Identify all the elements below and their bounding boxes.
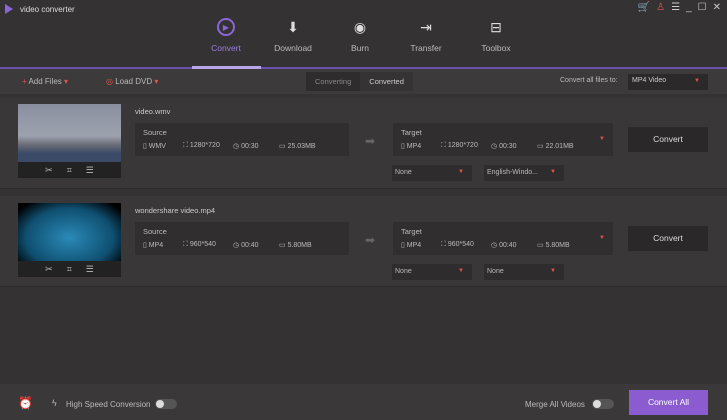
target-label: Target (401, 227, 422, 236)
chevron-down-icon[interactable]: ▾ (154, 77, 158, 86)
app-logo-icon (5, 4, 13, 14)
tab-label: Download (274, 43, 312, 53)
maximize-icon[interactable]: ☐ (698, 2, 707, 13)
close-icon[interactable]: ✕ (713, 2, 721, 13)
thumbnail-image (18, 203, 121, 261)
target-resolution: 1280*720 (447, 142, 478, 149)
chevron-down-icon: ▼ (458, 169, 464, 175)
tab-converted[interactable]: Converted (360, 72, 413, 91)
load-dvd-label: Load DVD (115, 77, 153, 86)
source-size: 25.03MB (287, 143, 316, 150)
crop-icon[interactable]: ⌗ (67, 165, 72, 176)
app-title: video converter (20, 5, 75, 14)
audio-select[interactable]: English-Windo... ▼ (484, 165, 564, 181)
convert-all-label: Convert all files to: (560, 77, 618, 84)
target-size: 5.80MB (545, 242, 570, 249)
chevron-down-icon[interactable]: ▼ (599, 136, 605, 142)
chevron-down-icon: ▼ (550, 169, 556, 175)
chevron-down-icon[interactable]: ▼ (599, 235, 605, 241)
tab-download[interactable]: ⬇ Download (258, 18, 328, 54)
file-name: video.wmv (135, 107, 171, 116)
crop-icon[interactable]: ⌗ (67, 264, 72, 275)
target-duration: 00:30 (499, 143, 517, 150)
cart-icon[interactable]: 🛒 (638, 2, 650, 13)
subtitle-select[interactable]: None ▼ (392, 264, 472, 280)
tab-label: Toolbox (481, 43, 511, 53)
video-thumbnail[interactable]: ✂ ⌗ ☰ (18, 104, 121, 178)
merge-label: Merge All Videos (525, 400, 585, 409)
download-icon: ⬇ (287, 18, 299, 35)
source-panel: Source ▯ MP4 ⛶ 960*540 ◷ 00:40 ▭ 5.80MB (135, 222, 349, 255)
source-label: Source (143, 227, 167, 236)
source-panel: Source ▯ WMV ⛶ 1280*720 ◷ 00:30 ▭ 25.03MB (135, 123, 349, 156)
target-label: Target (401, 128, 422, 137)
play-icon: ▶ (217, 18, 235, 36)
lightning-icon: ϟ (52, 398, 57, 408)
disc-icon: ◉ (353, 18, 367, 35)
effects-icon[interactable]: ☰ (86, 165, 94, 176)
target-size: 22.01MB (545, 143, 574, 150)
chevron-down-icon[interactable]: ▾ (64, 77, 68, 86)
user-icon[interactable]: ♙ (656, 2, 665, 13)
minimize-icon[interactable]: _ (686, 2, 692, 13)
trim-icon[interactable]: ✂ (45, 165, 53, 176)
audio-value: English-Windo... (487, 169, 538, 176)
subtitle-value: None (395, 169, 412, 176)
chevron-down-icon: ▼ (694, 78, 700, 84)
thumbnail-image (18, 104, 121, 162)
effects-icon[interactable]: ☰ (86, 264, 94, 275)
tab-convert[interactable]: ▶ Convert (191, 18, 261, 53)
status-tabs: Converting Converted (306, 72, 413, 91)
load-dvd-button[interactable]: ◎ Load DVD ▾ (106, 77, 158, 86)
arrow-right-icon: ➡ (365, 233, 376, 247)
tab-burn[interactable]: ◉ Burn (325, 18, 395, 54)
merge-toggle[interactable] (592, 399, 614, 409)
convert-all-button[interactable]: Convert All (629, 390, 708, 415)
menu-icon[interactable]: ☰ (671, 2, 680, 13)
window-controls: 🛒 ♙ ☰ _ ☐ ✕ (638, 2, 721, 13)
source-format: MP4 (148, 242, 164, 249)
subtitle-select[interactable]: None ▼ (392, 165, 472, 181)
add-files-label: Add Files (28, 77, 62, 86)
transfer-icon: ⇥ (420, 18, 432, 35)
source-resolution: 960*540 (189, 241, 216, 248)
source-size: 5.80MB (287, 242, 312, 249)
tab-label: Burn (351, 43, 369, 53)
audio-value: None (487, 268, 504, 275)
video-thumbnail[interactable]: ✂ ⌗ ☰ (18, 203, 121, 277)
output-format-select[interactable]: MP4 Video ▼ (628, 74, 708, 90)
source-format: WMV (148, 143, 166, 150)
tab-converting[interactable]: Converting (306, 72, 361, 91)
chevron-down-icon: ▼ (458, 268, 464, 274)
trim-icon[interactable]: ✂ (45, 264, 53, 275)
source-label: Source (143, 128, 167, 137)
dvd-icon: ◎ (106, 77, 116, 86)
toolbox-icon: ⊟ (490, 18, 502, 35)
target-panel[interactable]: Target ▯ MP4 ⛶ 1280*720 ◷ 00:30 ▭ 22.01MB ▼ (393, 123, 613, 156)
tab-transfer[interactable]: ⇥ Transfer (391, 18, 461, 54)
output-format-value: MP4 Video (632, 77, 667, 84)
source-duration: 00:30 (241, 143, 259, 150)
target-panel[interactable]: Target ▯ MP4 ⛶ 960*540 ◷ 00:40 ▭ 5.80MB ▼ (393, 222, 613, 255)
tab-label: Transfer (410, 43, 442, 53)
convert-button[interactable]: Convert (628, 127, 708, 152)
high-speed-toggle[interactable] (155, 399, 177, 409)
target-format: MP4 (406, 143, 422, 150)
target-resolution: 960*540 (447, 241, 474, 248)
source-duration: 00:40 (241, 242, 259, 249)
tab-toolbox[interactable]: ⊟ Toolbox (461, 18, 531, 54)
alarm-clock-icon[interactable]: ⏰ (18, 396, 33, 410)
audio-select[interactable]: None ▼ (484, 264, 564, 280)
file-name: wondershare video.mp4 (135, 206, 216, 215)
convert-button[interactable]: Convert (628, 226, 708, 251)
high-speed-label: High Speed Conversion (66, 400, 151, 409)
chevron-down-icon: ▼ (550, 268, 556, 274)
tab-label: Convert (211, 43, 241, 53)
target-format: MP4 (406, 242, 422, 249)
target-duration: 00:40 (499, 242, 517, 249)
source-resolution: 1280*720 (189, 142, 220, 149)
add-files-button[interactable]: + Add Files ▾ (22, 77, 68, 86)
arrow-right-icon: ➡ (365, 134, 376, 148)
subtitle-value: None (395, 268, 412, 275)
